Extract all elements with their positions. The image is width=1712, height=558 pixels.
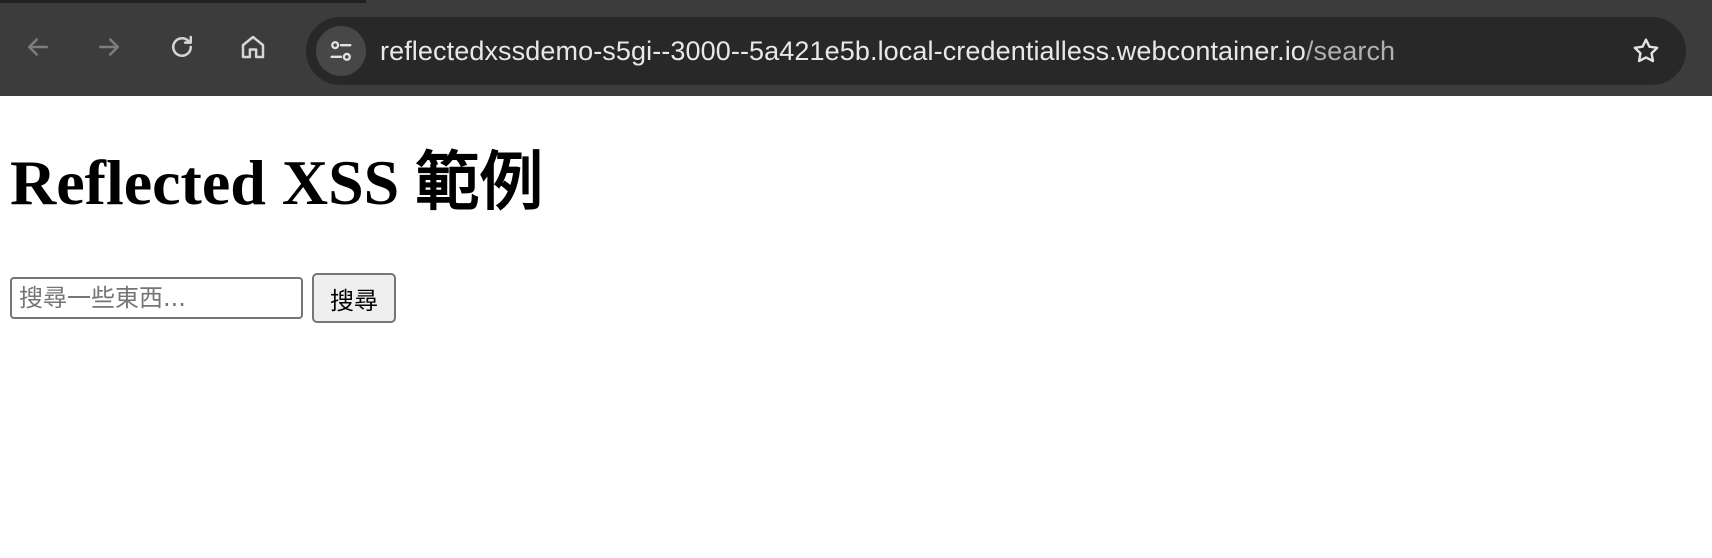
forward-button[interactable]: [87, 25, 131, 69]
url-text[interactable]: reflectedxssdemo-s5gi--3000--5a421e5b.lo…: [380, 17, 1395, 85]
address-bar[interactable]: reflectedxssdemo-s5gi--3000--5a421e5b.lo…: [306, 17, 1686, 85]
back-arrow-icon: [28, 38, 48, 56]
active-tab-edge: [366, 0, 1712, 6]
search-input[interactable]: [10, 277, 303, 319]
tune-icon: [330, 41, 352, 61]
browser-toolbar: reflectedxssdemo-s5gi--3000--5a421e5b.lo…: [0, 0, 1712, 96]
url-host: reflectedxssdemo-s5gi--3000--5a421e5b.lo…: [380, 36, 1306, 66]
url-path: /search: [1305, 36, 1396, 66]
site-info-button[interactable]: [316, 26, 366, 76]
reload-icon: [172, 35, 192, 57]
forward-arrow-icon: [99, 38, 119, 56]
star-icon: [1633, 38, 1659, 63]
back-button[interactable]: [16, 25, 60, 69]
search-button[interactable]: 搜尋: [312, 273, 396, 323]
reload-button[interactable]: [160, 25, 204, 69]
page-content: Reflected XSS 範例 搜尋: [0, 96, 1712, 558]
bookmark-button[interactable]: [1628, 33, 1664, 69]
home-button[interactable]: [231, 25, 275, 69]
page-title: Reflected XSS 範例: [10, 147, 544, 218]
home-icon: [241, 35, 265, 59]
